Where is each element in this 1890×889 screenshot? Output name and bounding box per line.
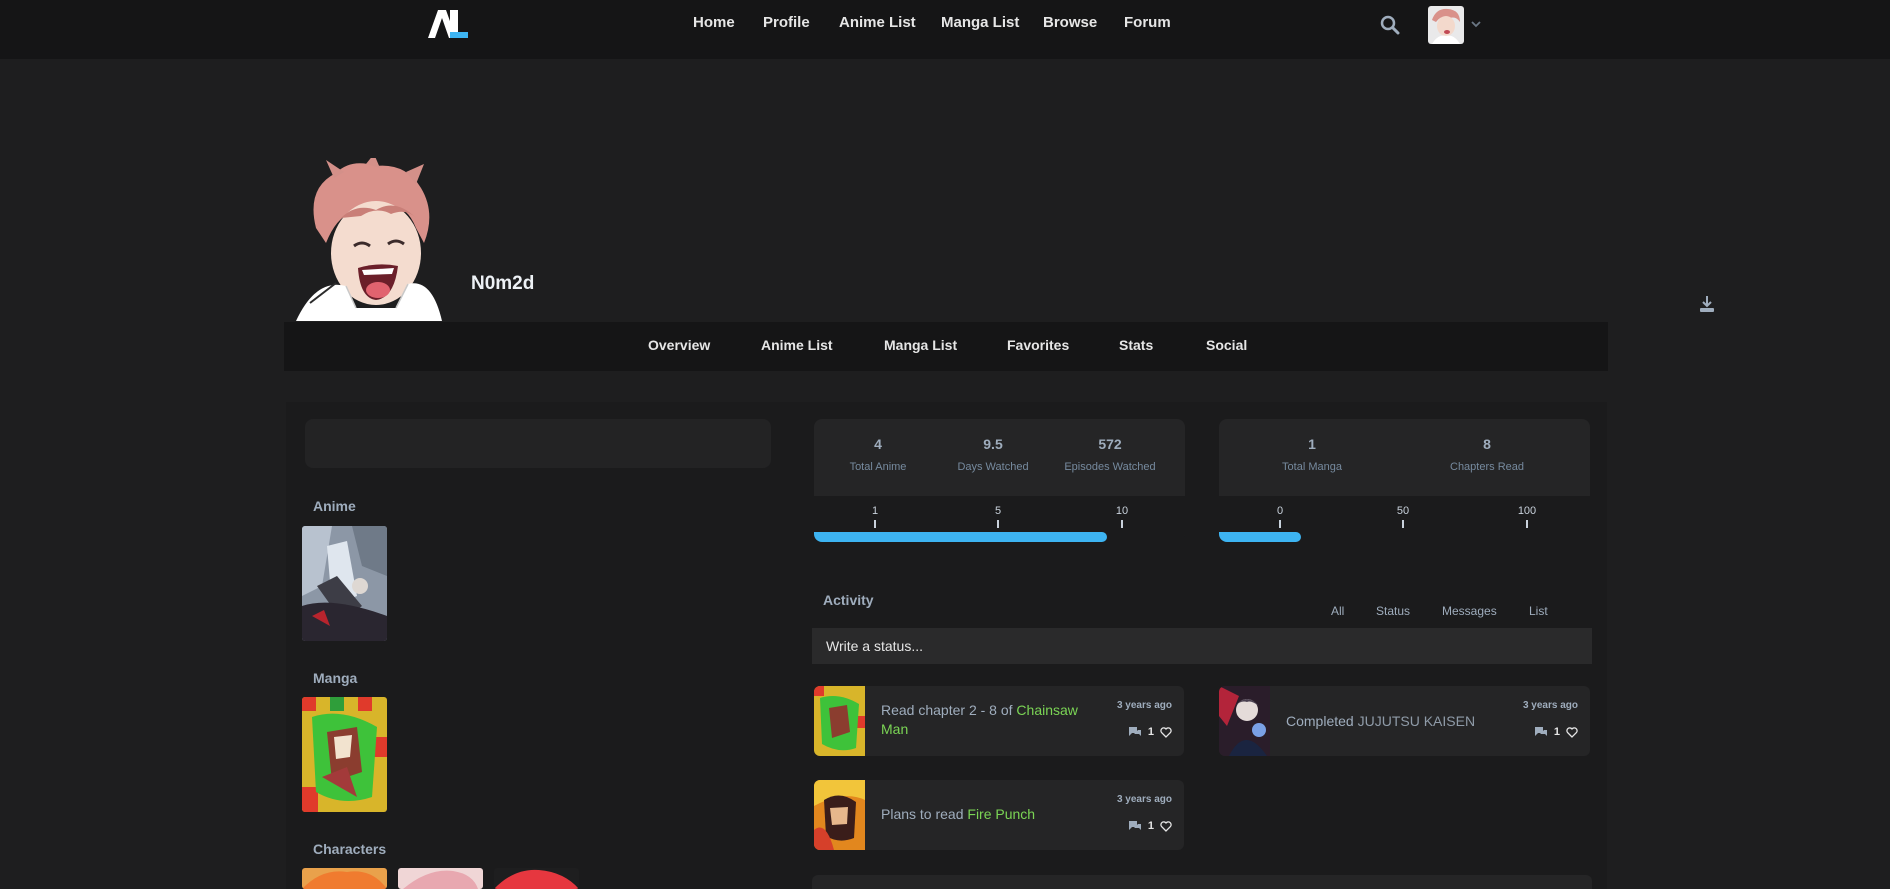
nav-profile[interactable]: Profile [763,14,810,31]
stat-label: Total Manga [1282,461,1342,473]
tick: 10 [1102,505,1142,528]
tick: 100 [1507,505,1547,528]
tick: 1 [855,505,895,528]
favourites-manga-title: Manga [313,670,358,686]
stat-label: Episodes Watched [1064,461,1156,473]
filter-list[interactable]: List [1529,604,1548,618]
tick: 50 [1383,505,1423,528]
activity-actions: 1 [1128,726,1172,738]
activity-media-link[interactable]: JUJUTSU KAISEN [1358,713,1475,729]
nav-browse[interactable]: Browse [1043,14,1097,31]
stat-value: 1 [1308,436,1316,452]
nav-home[interactable]: Home [693,14,735,31]
stat-label: Days Watched [957,461,1029,473]
comments-icon[interactable] [1534,726,1548,738]
tick: 5 [978,505,1018,528]
activity-time: 3 years ago [1116,700,1172,711]
tab-manga-list[interactable]: Manga List [884,337,957,353]
heart-icon[interactable] [1566,726,1578,738]
manga-progress-bar [1219,532,1301,542]
filter-all[interactable]: All [1331,604,1344,618]
likes-count: 1 [1147,726,1154,738]
stat-days-watched: 9.5 Days Watched [948,436,1038,473]
tab-favorites[interactable]: Favorites [1007,337,1069,353]
comments-icon[interactable] [1128,820,1142,832]
anime-stats-card: 4 Total Anime 9.5 Days Watched 572 Episo… [814,419,1185,542]
filter-status[interactable]: Status [1376,604,1410,618]
activity-time: 3 years ago [1116,794,1172,805]
stat-value: 4 [874,436,882,452]
tick: 0 [1260,505,1300,528]
stat-chapters-read: 8 Chapters Read [1437,436,1537,473]
activity-title: Activity [823,592,874,608]
favourite-character-3[interactable] [494,868,579,889]
manga-chapter-distribution: 0 50 100 [1219,496,1590,542]
profile-avatar [296,154,442,321]
favourite-manga-cover[interactable] [302,697,387,812]
anime-score-distribution: 1 5 10 [814,496,1185,542]
activity-media-cover[interactable] [1219,686,1270,756]
favourite-character-2[interactable] [398,868,483,889]
top-navbar: Home Profile Anime List Manga List Brows… [0,0,1890,59]
activity-media-cover[interactable] [814,780,865,850]
activity-action: Completed [1286,713,1358,729]
filter-messages[interactable]: Messages [1442,604,1497,618]
tab-anime-list[interactable]: Anime List [761,337,833,353]
tab-stats[interactable]: Stats [1119,337,1153,353]
status-input[interactable] [812,628,1592,664]
about-box [305,419,771,468]
likes-count: 1 [1147,820,1154,832]
search-icon[interactable] [1380,15,1400,35]
heart-icon[interactable] [1160,820,1172,832]
nav-anime-list[interactable]: Anime List [839,14,916,31]
stat-value: 9.5 [983,436,1003,452]
activity-actions: 1 [1534,726,1578,738]
activity-item: Completed JUJUTSU KAISEN 3 years ago 1 [1219,686,1590,756]
activity-text: Completed JUJUTSU KAISEN [1286,712,1506,731]
download-icon[interactable] [1699,295,1715,313]
favourites-anime-title: Anime [313,498,356,514]
activity-text: Read chapter 2 - 8 of Chainsaw Man [881,701,1091,739]
tab-overview[interactable]: Overview [648,337,710,353]
stat-label: Chapters Read [1450,461,1524,473]
activity-item: Read chapter 2 - 8 of Chainsaw Man 3 yea… [814,686,1184,756]
activity-text: Plans to read Fire Punch [881,805,1101,824]
nav-user-avatar[interactable] [1428,6,1464,44]
profile-username: N0m2d [471,273,535,294]
anime-progress-bar [814,532,1108,542]
stat-label: Total Anime [849,461,907,473]
stat-value: 8 [1483,436,1491,452]
stat-total-manga: 1 Total Manga [1262,436,1362,473]
nav-forum[interactable]: Forum [1124,14,1171,31]
anilist-logo[interactable] [428,8,470,40]
activity-media-link[interactable]: Fire Punch [967,806,1035,822]
activity-media-cover[interactable] [814,686,865,756]
chevron-down-icon[interactable] [1470,18,1482,30]
nav-manga-list[interactable]: Manga List [941,14,1019,31]
tab-social[interactable]: Social [1206,337,1247,353]
favourite-anime-cover[interactable] [302,526,387,641]
favourites-characters-title: Characters [313,841,387,857]
stat-episodes-watched: 572 Episodes Watched [1060,436,1160,473]
comments-icon[interactable] [1128,726,1142,738]
activity-action: Plans to read [881,806,968,822]
activity-action: Read chapter 2 - 8 of [881,702,1017,718]
activity-item: Plans to read Fire Punch 3 years ago 1 [814,780,1184,850]
profile-tabs: Overview Anime List Manga List Favorites… [284,322,1608,371]
favourite-character-1[interactable] [302,868,387,889]
activity-time: 3 years ago [1522,700,1578,711]
stat-value: 572 [1098,436,1122,452]
heart-icon[interactable] [1160,726,1172,738]
manga-stats-card: 1 Total Manga 8 Chapters Read 0 50 100 [1219,419,1590,542]
stat-total-anime: 4 Total Anime [838,436,918,473]
activity-item-partial [812,875,1592,889]
activity-actions: 1 [1128,820,1172,832]
likes-count: 1 [1553,726,1560,738]
